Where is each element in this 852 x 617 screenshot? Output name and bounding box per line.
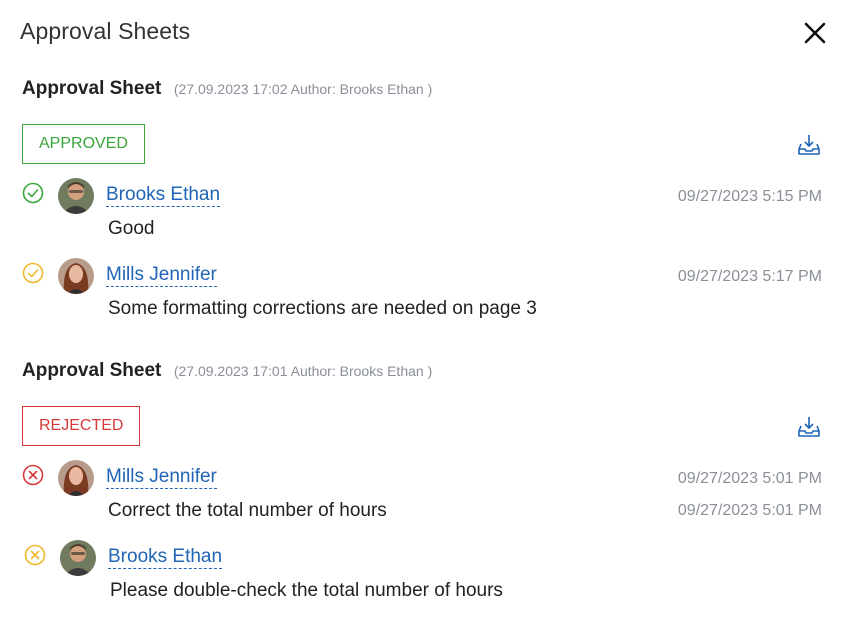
avatar[interactable] (58, 258, 94, 294)
approval-entry: Mills Jennifer 09/27/2023 5:17 PM Some f… (22, 258, 822, 328)
entry-timestamp: 09/27/2023 5:01 PM (677, 502, 822, 519)
approval-entry: Brooks Ethan 09/27/2023 5:15 PM Good (22, 178, 822, 248)
dialog-header: Approval Sheets (20, 18, 832, 48)
sheet-header: Approval Sheet (27.09.2023 17:01 Author:… (22, 360, 432, 382)
user-name-link[interactable]: Mills Jennifer (106, 264, 217, 287)
entry-timestamp: 09/27/2023 5:17 PM (677, 268, 822, 285)
avatar[interactable] (58, 460, 94, 496)
status-badge: REJECTED (22, 406, 141, 446)
close-icon[interactable] (800, 18, 830, 48)
download-icon[interactable] (796, 132, 822, 158)
entry-timestamp: 09/27/2023 5:15 PM (677, 188, 822, 205)
sheet-meta: (27.09.2023 17:02 Author: Brooks Ethan ) (173, 81, 433, 97)
pending-check-circle-icon (22, 262, 44, 284)
dialog-title: Approval Sheets (20, 18, 191, 44)
pending-reject-circle-icon (24, 544, 46, 566)
entry-comment: Correct the total number of hours (108, 500, 387, 521)
entry-timestamp: 09/27/2023 5:01 PM (677, 470, 822, 487)
user-name-link[interactable]: Mills Jennifer (106, 466, 217, 489)
avatar[interactable] (58, 178, 94, 214)
approval-entry: Brooks Ethan 09/27/2023 5:01 PM Please d… (24, 502, 822, 610)
entry-comment: Please double-check the total number of … (110, 580, 503, 601)
reject-circle-icon (22, 464, 44, 486)
entry-comment: Good (108, 218, 155, 239)
sheet-title: Approval Sheet (22, 78, 162, 99)
approval-sheet: Approval Sheet (27.09.2023 17:02 Author:… (22, 78, 822, 328)
sheet-header: Approval Sheet (27.09.2023 17:02 Author:… (22, 78, 432, 100)
status-badge: APPROVED (22, 124, 145, 164)
user-name-link[interactable]: Brooks Ethan (108, 546, 223, 569)
user-name-link[interactable]: Brooks Ethan (106, 184, 221, 207)
avatar[interactable] (60, 540, 96, 576)
entry-comment: Some formatting corrections are needed o… (108, 298, 537, 319)
sheet-meta: (27.09.2023 17:01 Author: Brooks Ethan ) (173, 363, 433, 379)
download-icon[interactable] (796, 414, 822, 440)
sheet-title: Approval Sheet (22, 360, 162, 381)
approval-sheet: Approval Sheet (27.09.2023 17:01 Author:… (22, 360, 822, 610)
check-circle-icon (22, 182, 44, 204)
